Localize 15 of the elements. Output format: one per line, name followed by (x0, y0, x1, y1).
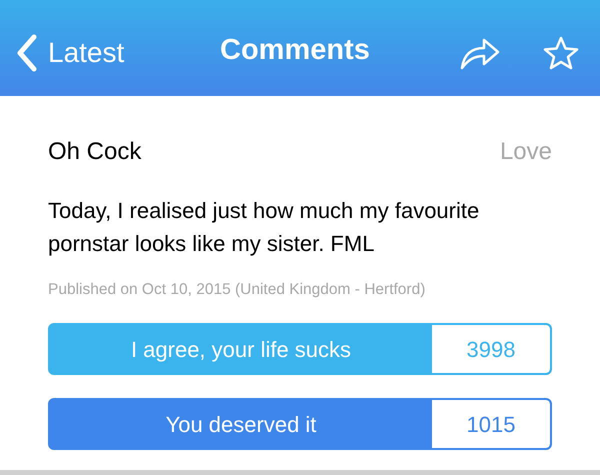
star-icon[interactable] (543, 36, 579, 70)
back-button[interactable]: Latest (16, 32, 124, 74)
screen-title: Comments (220, 32, 370, 68)
post-body: Today, I realised just how much my favourite pornstar looks like my sister. FML (48, 197, 480, 258)
vote-label: You deserved it (164, 410, 318, 439)
post-category: Love (500, 137, 552, 167)
vote-count: 3998 (432, 325, 550, 374)
vote-count: 1015 (432, 400, 550, 448)
vote-button[interactable]: You deserved it 1015 (48, 398, 552, 450)
post-title: Oh Cock (48, 137, 142, 167)
vote-label: I agree, your life sucks (130, 336, 352, 364)
post-meta: Published on Oct 10, 2015 (United Kingdom - Hertford) (48, 280, 426, 300)
vote-button[interactable]: I agree, your life sucks 3998 (48, 323, 552, 376)
back-icon (16, 34, 38, 72)
share-icon[interactable] (460, 38, 500, 70)
